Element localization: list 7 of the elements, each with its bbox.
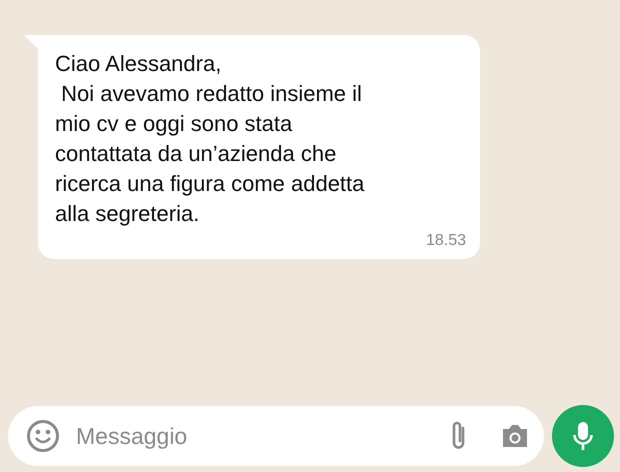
camera-icon[interactable] — [500, 423, 530, 449]
message-text: Ciao Alessandra, Noi avevamo redatto insieme il mio cv e oggi sono stata contattata da un’azienda che ricerca una figura come addetta alla segreteria. — [55, 50, 366, 228]
message-time: 18.53 — [426, 231, 466, 251]
microphone-icon — [573, 421, 593, 451]
message-field[interactable]: Messaggio — [74, 418, 434, 454]
message-composer[interactable]: Messaggio — [8, 406, 544, 466]
emoji-icon[interactable] — [26, 419, 60, 453]
